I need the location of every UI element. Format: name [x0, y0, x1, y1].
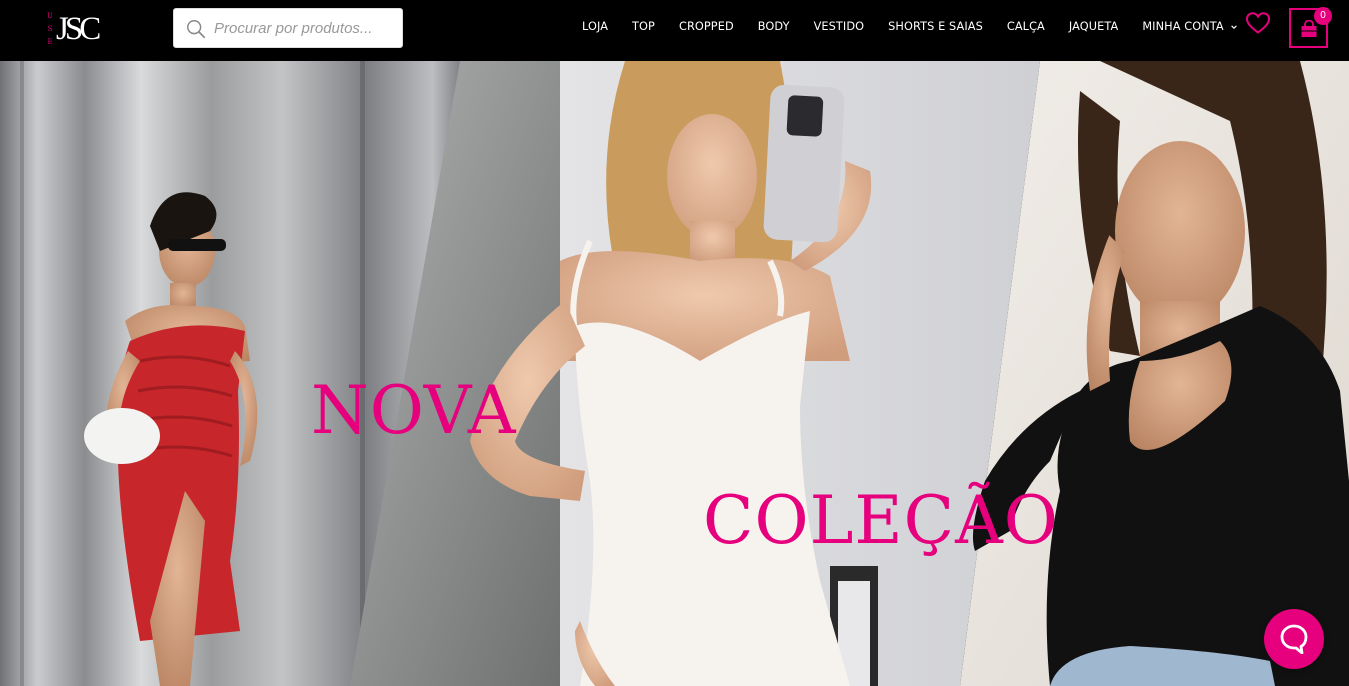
main-nav: LOJA TOP CROPPED BODY VESTIDO SHORTS E S… [570, 17, 1250, 37]
logo-text: JSC [56, 11, 101, 47]
nav-item-calca[interactable]: CALÇA [995, 17, 1057, 37]
nav-item-vestido[interactable]: VESTIDO [802, 17, 877, 37]
cart-count-badge: 0 [1314, 7, 1332, 25]
nav-item-shorts-e-saias[interactable]: SHORTS E SAIAS [876, 17, 995, 37]
brand-logo[interactable]: U S E JSC [46, 10, 104, 48]
hero-image [0, 61, 1349, 686]
hero-headline-line1: NOVA [311, 372, 517, 449]
logo-side-letters: U S E [46, 12, 54, 46]
chevron-down-icon [1230, 25, 1237, 29]
nav-label: JAQUETA [1068, 20, 1119, 33]
nav-item-loja[interactable]: LOJA [570, 17, 620, 37]
hero-headline-line2: COLEÇÃO [703, 482, 1059, 559]
heart-icon[interactable] [1245, 11, 1271, 35]
nav-item-top[interactable]: TOP [620, 17, 667, 37]
chat-button[interactable] [1264, 609, 1324, 669]
search-box[interactable] [173, 8, 403, 48]
nav-item-cropped[interactable]: CROPPED [667, 17, 746, 37]
nav-label: TOP [632, 20, 655, 33]
site-header: U S E JSC LOJA TOP CROPPED BODY VESTIDO … [0, 0, 1349, 61]
nav-label: VESTIDO [813, 20, 865, 33]
search-input[interactable] [214, 9, 399, 47]
logo-side-letter: S [47, 25, 53, 33]
hero-banner[interactable]: NOVA COLEÇÃO [0, 61, 1349, 686]
nav-item-jaqueta[interactable]: JAQUETA [1057, 17, 1130, 37]
nav-item-body[interactable]: BODY [746, 17, 802, 37]
logo-side-letter: U [47, 12, 53, 20]
nav-label: LOJA [582, 20, 609, 33]
nav-label: MINHA CONTA [1142, 20, 1224, 33]
nav-label: SHORTS E SAIAS [888, 20, 983, 33]
nav-label: CALÇA [1006, 20, 1045, 33]
logo-side-letter: E [47, 38, 53, 46]
chat-bubble-icon [1280, 624, 1308, 654]
shopping-bag-icon [1301, 20, 1317, 37]
search-icon[interactable] [185, 18, 207, 40]
nav-label: BODY [757, 20, 790, 33]
nav-label: CROPPED [678, 20, 734, 33]
nav-item-minha-conta[interactable]: MINHA CONTA [1130, 17, 1249, 37]
